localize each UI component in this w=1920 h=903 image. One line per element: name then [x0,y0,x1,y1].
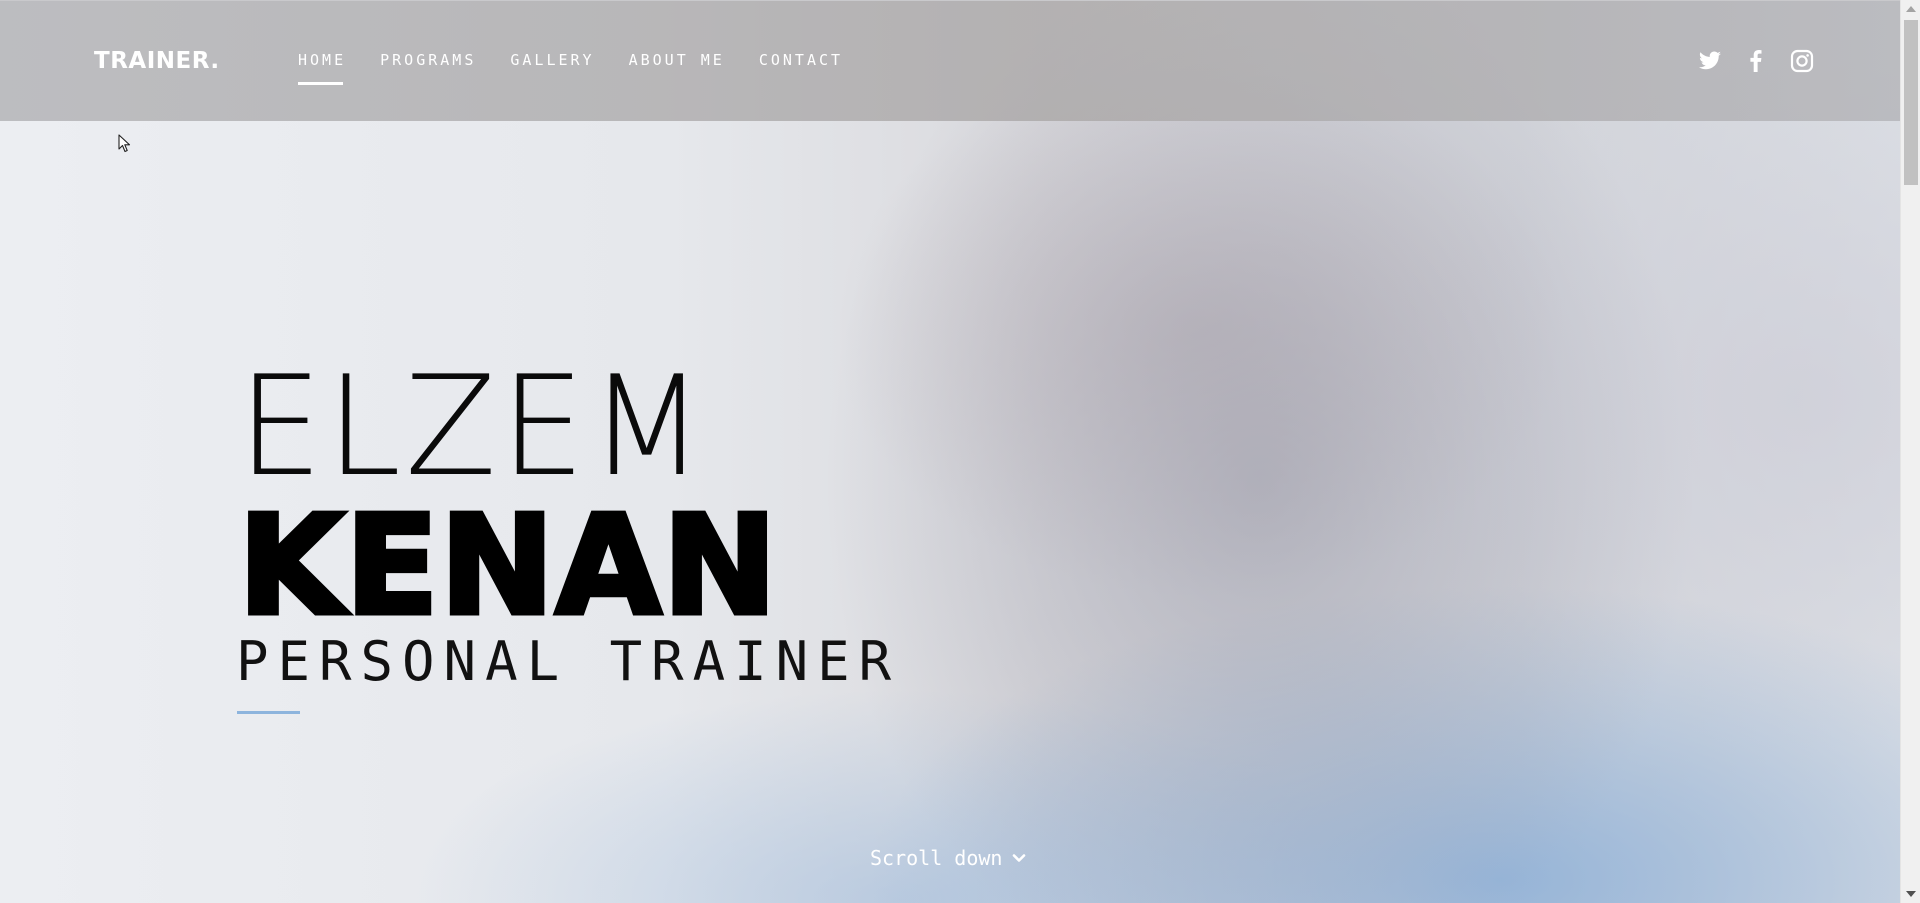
nav-item-programs[interactable]: PROGRAMS [380,51,476,69]
twitter-icon[interactable] [1698,49,1722,73]
social-links [1698,49,1814,73]
scroll-down-arrow-icon[interactable] [1906,891,1916,897]
facebook-icon[interactable] [1744,49,1768,73]
nav-item-gallery[interactable]: GALLERY [510,51,594,69]
scroll-down-label: Scroll down [870,846,1003,870]
page-viewport: TRAINER. HOME PROGRAMS GALLERY ABOUT ME … [0,0,1900,903]
chevron-down-icon [1012,851,1026,865]
hero-first-name: ELZEM [238,346,709,507]
scroll-up-arrow-icon[interactable] [1906,6,1916,12]
nav-item-home[interactable]: HOME [298,51,346,85]
scrollbar-thumb[interactable] [1904,20,1918,185]
main-nav: HOME PROGRAMS GALLERY ABOUT ME CONTACT [298,51,877,85]
instagram-icon[interactable] [1790,49,1814,73]
nav-item-contact[interactable]: CONTACT [759,51,843,69]
top-navbar: TRAINER. HOME PROGRAMS GALLERY ABOUT ME … [0,0,1900,121]
site-logo[interactable]: TRAINER. [94,48,220,74]
scroll-down-button[interactable]: Scroll down [870,846,1026,870]
mouse-cursor-icon [118,134,131,153]
vertical-scrollbar[interactable] [1900,0,1920,903]
hero-accent-line [237,711,300,714]
hero-last-name: KENAN [235,487,779,646]
nav-item-about-me[interactable]: ABOUT ME [629,51,725,69]
hero-role: PERSONAL TRAINER [236,630,901,693]
